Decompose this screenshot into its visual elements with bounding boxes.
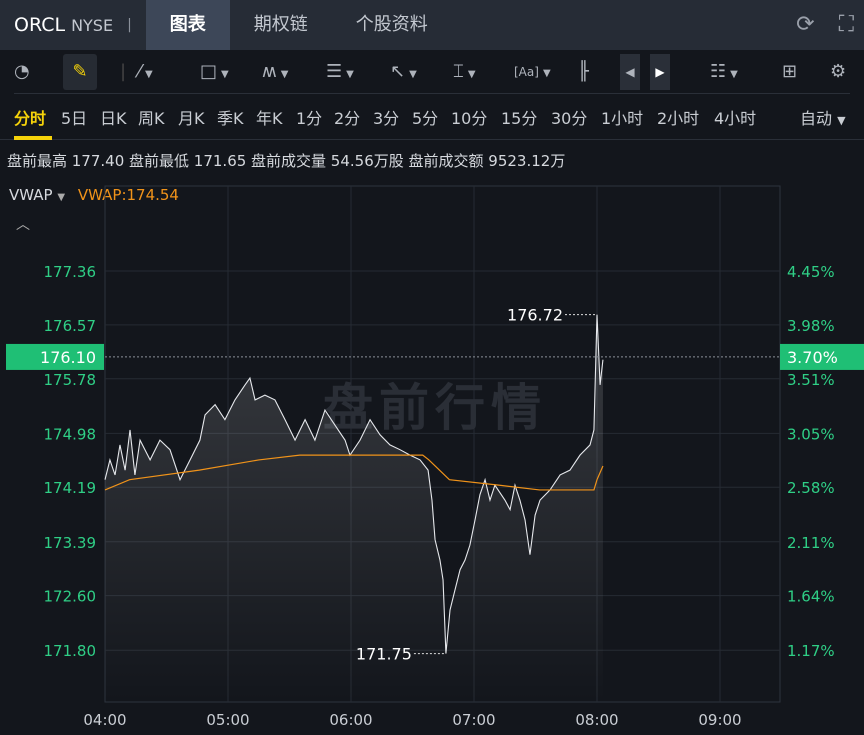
x-tick-label: 09:00 [698,711,741,729]
y-tick-label: 173.39 [44,534,97,552]
y-tick-label: 171.80 [44,642,97,660]
current-pct-label: 3.70% [787,348,838,367]
pct-tick-label: 3.05% [787,425,835,443]
pct-tick-label: 2.58% [787,479,835,497]
y-tick-label: 172.60 [44,588,97,606]
pct-tick-label: 4.45% [787,263,835,281]
x-tick-label: 05:00 [206,711,249,729]
high-label: 176.72 [507,306,563,325]
price-area [105,314,603,702]
price-chart[interactable]: 177.36 4.45% 176.57 3.98% 175.78 3.51% 174.98 3… [0,0,864,735]
y-tick-label: 174.19 [44,479,97,497]
x-tick-label: 08:00 [575,711,618,729]
pct-tick-label: 3.98% [787,317,835,335]
x-tick-label: 07:00 [452,711,495,729]
x-tick-label: 06:00 [329,711,372,729]
low-label: 171.75 [356,645,412,664]
y-tick-label: 177.36 [44,263,97,281]
watermark: 盘前行情 [323,379,547,437]
y-tick-label: 174.98 [44,425,97,443]
y-tick-label: 176.57 [44,317,97,335]
x-tick-label: 04:00 [83,711,126,729]
pct-tick-label: 1.64% [787,588,835,606]
y-tick-label: 175.78 [44,371,97,389]
pct-tick-label: 1.17% [787,642,835,660]
current-price-label: 176.10 [40,348,96,367]
pct-tick-label: 3.51% [787,371,835,389]
pct-tick-label: 2.11% [787,534,835,552]
